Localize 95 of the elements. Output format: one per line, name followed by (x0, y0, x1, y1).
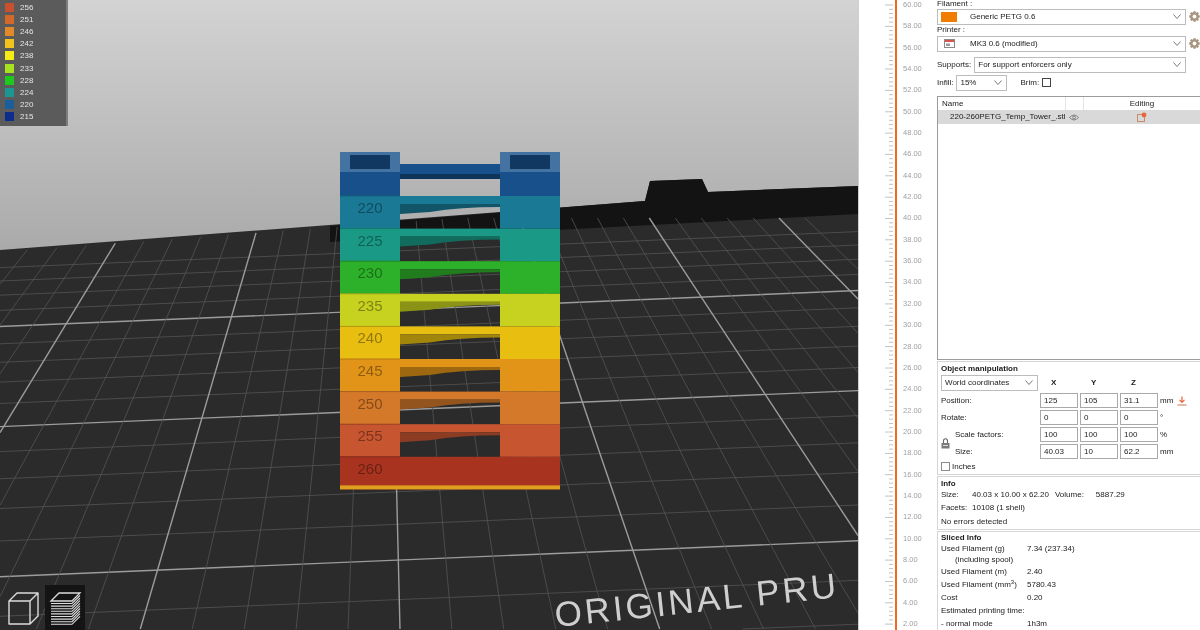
section-title: Object manipulation (941, 363, 1019, 374)
inches-checkbox[interactable] (941, 462, 950, 472)
info-status: No errors detected (941, 516, 1008, 527)
axis-label: Y (1090, 377, 1098, 388)
value-field[interactable]: 125 (1040, 393, 1078, 408)
object-row[interactable]: 220-260PETG_Temp_Tower_.stl (938, 110, 1200, 124)
chevron-down-icon (1173, 41, 1181, 46)
sliced-value: 5780.43 (1027, 579, 1056, 591)
sliced-value: 0.20 (1027, 592, 1043, 604)
sliced-sublabel: (including spool) (954, 555, 1015, 564)
object-name: 220-260PETG_Temp_Tower_.stl (949, 112, 1065, 122)
chevron-down-icon (1025, 380, 1033, 385)
info-label: Size: (941, 489, 960, 500)
band-label: 230 (357, 264, 383, 282)
sliced-value: 1h3m (1027, 618, 1047, 630)
legend-value: 215 (20, 112, 34, 122)
sliced-label: Estimated printing time: (941, 605, 1026, 617)
value-field[interactable]: 10 (1080, 444, 1118, 459)
unit-label: mm (1160, 395, 1174, 406)
sliced-label: Used Filament (mm$^{3}$) (941, 578, 1018, 591)
chevron-down-icon (994, 80, 1003, 85)
value-field[interactable]: 31.1 (1120, 393, 1158, 408)
field-label: Filament : (937, 0, 974, 8)
legend-value: 251 (20, 14, 34, 24)
chevron-down-icon (1173, 14, 1181, 19)
info-label: Facets: (941, 503, 969, 514)
value-field[interactable]: 0 (1080, 410, 1118, 425)
field-label: Rotate: (941, 412, 968, 423)
sliced-value: 7.34 (237.34) (1027, 543, 1075, 555)
legend-value: 238 (20, 51, 34, 61)
section-title: Info (941, 480, 957, 488)
legend-value: 228 (20, 75, 34, 85)
info-value: 40.03 x 10.00 x 62.20 (972, 489, 1049, 500)
column-header: Editing (1129, 99, 1155, 108)
legend-value: 233 (20, 63, 34, 73)
band-label: 235 (357, 296, 383, 314)
legend-value: 220 (20, 100, 34, 110)
field-label: Position: (941, 395, 973, 406)
sliced-label: Used Filament (g) (941, 543, 1006, 555)
band-label: 255 (357, 427, 383, 445)
field-label: Supports: (937, 59, 972, 70)
filament-dropdown[interactable]: Generic PETG 0.6 (937, 8, 1186, 25)
band-label: 260 (357, 459, 383, 477)
info-value: 10108 (1 shell) (972, 503, 1025, 514)
legend-value: 246 (20, 26, 34, 36)
value-field[interactable]: 105 (1080, 393, 1118, 408)
layers-icon (48, 589, 82, 626)
infill-dropdown[interactable]: 15% (956, 74, 1008, 91)
axis-label: Z (1130, 377, 1137, 388)
printer-dropdown[interactable]: MK3 0.6 (modified) (937, 35, 1186, 52)
value-field[interactable]: 100 (1080, 427, 1118, 442)
sliced-label: - normal mode (941, 618, 994, 630)
brim-checkbox[interactable] (1042, 78, 1052, 87)
value-field[interactable]: 62.2 (1120, 444, 1158, 459)
unit-label: ° (1160, 412, 1164, 423)
field-label: Inches (952, 462, 976, 472)
field-label: Scale factors: (955, 429, 1005, 440)
value-field[interactable]: 100 (1040, 427, 1078, 442)
band-label: 250 (357, 394, 383, 412)
info-value: 5887.29 (1095, 489, 1125, 500)
sliced-value: 2.40 (1027, 566, 1043, 578)
cube-icon (6, 589, 40, 626)
band-label: 245 (357, 362, 383, 379)
arrow-to-line-icon (1177, 395, 1188, 406)
view-button[interactable] (45, 585, 85, 630)
bed-logo-text: ORIGINAL PRU (552, 565, 841, 630)
unit-label: % (1160, 429, 1168, 440)
band-label: 225 (357, 231, 383, 249)
sliced-label: Used Filament (m) (941, 566, 1008, 578)
info-label: Volume: (1054, 489, 1084, 500)
value-field[interactable]: 0 (1120, 410, 1158, 425)
band-label: 220 (357, 199, 383, 216)
eye-icon (1069, 113, 1079, 121)
window-icon (944, 39, 955, 48)
section-title: Sliced Info (941, 534, 983, 542)
field-label: Infill: (937, 77, 954, 88)
square-marker-icon (1136, 112, 1147, 122)
band-label: 240 (357, 329, 383, 347)
field-label: Size: (955, 446, 974, 457)
unit-label: mm (1160, 446, 1174, 457)
chevron-down-icon (1173, 62, 1181, 67)
value-field[interactable]: 0 (1040, 410, 1078, 425)
coordinate-system-dropdown[interactable]: World coordinates (941, 374, 1038, 391)
axis-label: X (1050, 377, 1058, 388)
legend-value: 242 (20, 39, 34, 49)
lock-icon (941, 437, 950, 449)
supports-dropdown[interactable]: For support enforcers only (974, 56, 1186, 73)
field-label: Printer : (937, 25, 966, 35)
value-field[interactable]: 100 (1120, 427, 1158, 442)
sliced-label: Cost (941, 592, 959, 604)
value-field[interactable]: 40.03 (1040, 444, 1078, 459)
legend-value: 224 (20, 87, 34, 97)
field-label: Brim: (1020, 77, 1040, 88)
column-header: Name (941, 98, 965, 109)
legend-value: 256 (20, 2, 34, 12)
